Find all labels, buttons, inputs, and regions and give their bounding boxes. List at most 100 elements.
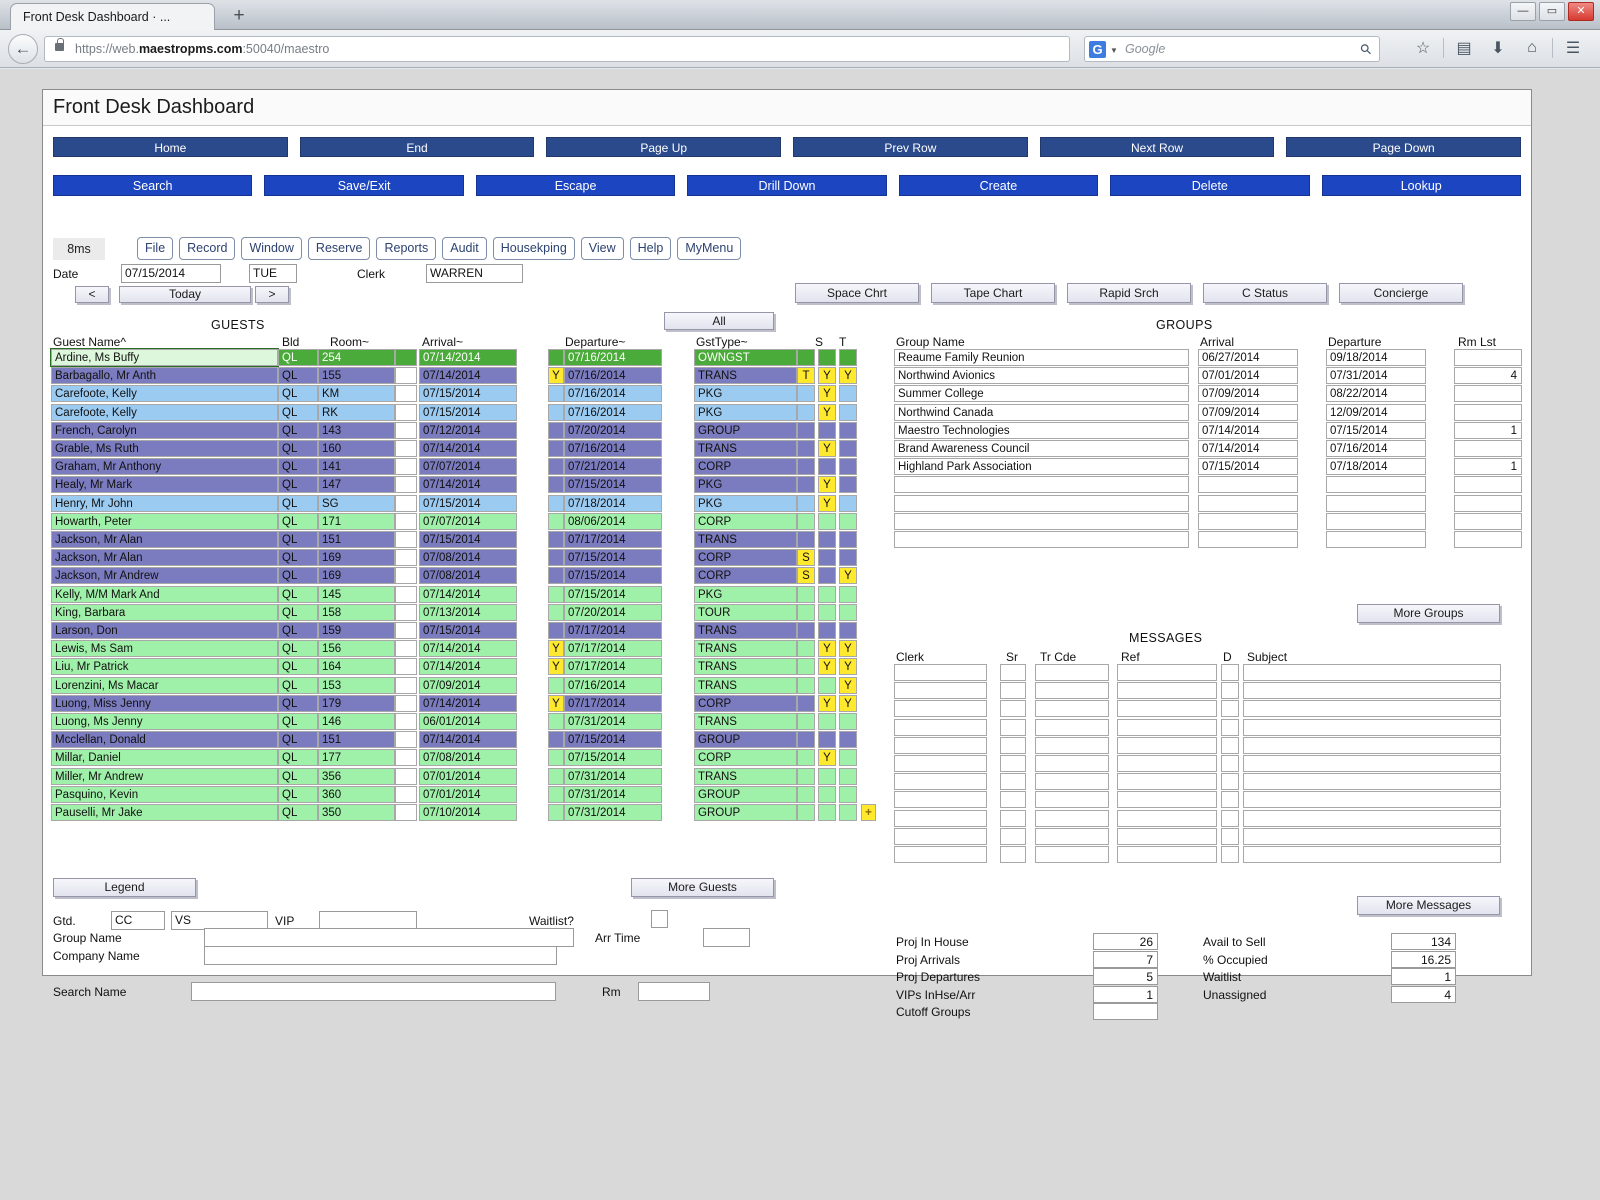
guest-tcode-cell[interactable] [797,513,815,530]
group-name-cell[interactable]: Brand Awareness Council [894,440,1189,457]
guest-arr-cell[interactable]: 07/14/2014 [419,586,517,603]
group-rmlst-cell[interactable]: 4 [1454,367,1522,384]
guest-name-cell[interactable]: Larson, Don [51,622,278,639]
action-button-search[interactable]: Search [53,175,252,196]
guest-dflag-cell[interactable] [548,513,564,530]
guest-type-cell[interactable]: TRANS [694,677,797,694]
guest-bld-cell[interactable]: QL [278,640,318,657]
guest-rflag-cell[interactable] [395,458,417,475]
nav-button-home[interactable]: Home [53,137,288,157]
message-subject-cell[interactable] [1243,828,1501,845]
message-subject-cell[interactable] [1243,846,1501,863]
search-name-input[interactable] [191,982,556,1001]
guest-arr-cell[interactable]: 07/15/2014 [419,622,517,639]
bookmark-icon[interactable]: ☆ [1406,38,1440,58]
nav-button-page-up[interactable]: Page Up [546,137,781,157]
group-name-cell[interactable] [894,476,1189,493]
guest-t-cell[interactable]: Y [839,640,857,657]
guest-bld-cell[interactable]: QL [278,586,318,603]
legend-button[interactable]: Legend [53,878,196,897]
guest-tcode-cell[interactable]: T [797,367,815,384]
guest-t-cell[interactable] [839,749,857,766]
guest-bld-cell[interactable]: QL [278,695,318,712]
address-bar[interactable]: https://web.maestropms.com:50040/maestro [44,36,1070,62]
guest-dep-cell[interactable]: 07/15/2014 [564,731,662,748]
button-concierge[interactable]: Concierge [1339,283,1463,303]
message-sr-cell[interactable] [1000,828,1026,845]
message-trcde-cell[interactable] [1035,810,1109,827]
action-button-create[interactable]: Create [899,175,1098,196]
guest-s-cell[interactable] [818,804,836,821]
group-dep-cell[interactable] [1326,476,1426,493]
guest-arr-cell[interactable]: 07/10/2014 [419,804,517,821]
group-rmlst-cell[interactable] [1454,349,1522,366]
guest-rflag-cell[interactable] [395,513,417,530]
group-dep-cell[interactable]: 09/18/2014 [1326,349,1426,366]
guest-dflag-cell[interactable] [548,677,564,694]
guest-tcode-cell[interactable] [797,349,815,366]
guest-dflag-cell[interactable] [548,586,564,603]
guest-dflag-cell[interactable] [548,604,564,621]
guest-t-cell[interactable] [839,404,857,421]
guest-room-cell[interactable]: 360 [318,786,395,803]
guest-type-cell[interactable]: TRANS [694,768,797,785]
message-clerk-cell[interactable] [894,828,987,845]
stat-value-unassigned[interactable]: 4 [1391,986,1456,1003]
message-clerk-cell[interactable] [894,737,987,754]
action-button-lookup[interactable]: Lookup [1322,175,1521,196]
guest-name-cell[interactable]: Luong, Miss Jenny [51,695,278,712]
message-d-cell[interactable] [1221,700,1239,717]
guest-name-cell[interactable]: Jackson, Mr Alan [51,549,278,566]
group-rmlst-cell[interactable] [1454,440,1522,457]
guest-name-cell[interactable]: Grable, Ms Ruth [51,440,278,457]
search-icon[interactable]: ⚲ [1356,40,1375,59]
browser-search-input[interactable]: G ▼ Google ⚲ [1084,36,1380,62]
message-trcde-cell[interactable] [1035,700,1109,717]
guest-dflag-cell[interactable] [548,713,564,730]
guest-t-cell[interactable]: Y [839,658,857,675]
guest-arr-cell[interactable]: 07/08/2014 [419,567,517,584]
guest-rflag-cell[interactable] [395,658,417,675]
guest-name-cell[interactable]: Pasquino, Kevin [51,786,278,803]
guest-bld-cell[interactable]: QL [278,786,318,803]
message-subject-cell[interactable] [1243,737,1501,754]
message-clerk-cell[interactable] [894,755,987,772]
guest-room-cell[interactable]: 169 [318,567,395,584]
group-arr-cell[interactable] [1198,495,1298,512]
message-trcde-cell[interactable] [1035,828,1109,845]
guest-dep-cell[interactable]: 07/20/2014 [564,604,662,621]
guest-s-cell[interactable] [818,513,836,530]
guest-name-cell[interactable]: Miller, Mr Andrew [51,768,278,785]
guest-tcode-cell[interactable]: S [797,567,815,584]
guest-tcode-cell[interactable] [797,768,815,785]
guest-room-cell[interactable]: 156 [318,640,395,657]
button-tape-chart[interactable]: Tape Chart [931,283,1055,303]
guest-t-cell[interactable]: Y [839,677,857,694]
guest-s-cell[interactable] [818,604,836,621]
group-name-input[interactable] [204,928,574,947]
guest-s-cell[interactable] [818,422,836,439]
guest-s-cell[interactable]: Y [818,476,836,493]
menu-item-window[interactable]: Window [241,237,301,260]
guest-type-cell[interactable]: TRANS [694,713,797,730]
guest-type-cell[interactable]: GROUP [694,731,797,748]
guest-room-cell[interactable]: 145 [318,586,395,603]
guest-dflag-cell[interactable] [548,440,564,457]
guest-name-cell[interactable]: Jackson, Mr Alan [51,531,278,548]
guest-room-cell[interactable]: 147 [318,476,395,493]
message-ref-cell[interactable] [1117,664,1217,681]
message-trcde-cell[interactable] [1035,846,1109,863]
guest-dep-cell[interactable]: 07/31/2014 [564,804,662,821]
more-groups-button[interactable]: More Groups [1357,604,1500,623]
guest-arr-cell[interactable]: 07/09/2014 [419,677,517,694]
guest-rflag-cell[interactable] [395,586,417,603]
guest-dep-cell[interactable]: 07/16/2014 [564,367,662,384]
message-d-cell[interactable] [1221,719,1239,736]
guest-bld-cell[interactable]: QL [278,495,318,512]
guest-room-cell[interactable]: 151 [318,731,395,748]
arr-time-input[interactable] [703,928,750,947]
prev-day-button[interactable]: < [75,286,109,303]
guest-bld-cell[interactable]: QL [278,749,318,766]
guest-type-cell[interactable]: CORP [694,513,797,530]
guest-arr-cell[interactable]: 07/14/2014 [419,367,517,384]
